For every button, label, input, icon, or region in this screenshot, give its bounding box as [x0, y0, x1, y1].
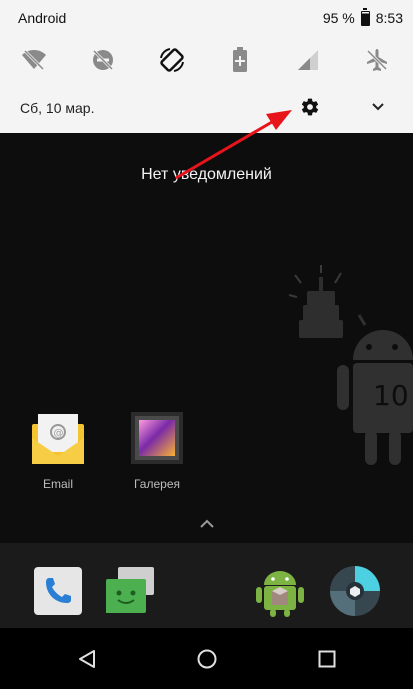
- email-icon: @: [32, 414, 84, 464]
- app-label-gallery: Галерея: [133, 477, 181, 491]
- cellular-signal-icon[interactable]: [288, 40, 328, 80]
- dnd-off-icon[interactable]: [83, 40, 123, 80]
- app-gallery[interactable]: Галерея: [122, 410, 192, 491]
- battery-icon: [360, 7, 370, 26]
- play-store-icon[interactable]: [254, 565, 306, 617]
- nav-recents-icon[interactable]: [316, 648, 338, 670]
- status-bar: Android 95 % 8:53: [0, 0, 413, 36]
- wallpaper-android-mascot-icon: 10: [288, 265, 413, 465]
- carrier-name: Android: [18, 10, 67, 26]
- app-email[interactable]: @ Email: [23, 410, 93, 491]
- status-right: 95 % 8:53: [322, 7, 403, 26]
- phone-icon[interactable]: [32, 565, 84, 617]
- date-label: Сб, 10 мар.: [20, 100, 95, 116]
- svg-text:10: 10: [373, 379, 409, 412]
- app-drawer-chevron-up-icon[interactable]: [198, 518, 216, 530]
- clock: 8:53: [375, 10, 403, 26]
- nav-back-icon[interactable]: [76, 648, 98, 670]
- gallery-icon: [131, 412, 183, 464]
- messages-icon[interactable]: [104, 565, 156, 617]
- battery-percent: 95 %: [322, 10, 355, 26]
- settings-gear-icon[interactable]: [300, 97, 320, 117]
- quick-settings-row: [0, 40, 413, 82]
- expand-chevron-icon[interactable]: [370, 99, 386, 115]
- notification-shade: Android 95 % 8:53 Сб, 10 мар.: [0, 0, 413, 133]
- camera-icon[interactable]: [329, 565, 381, 617]
- auto-rotate-icon[interactable]: [152, 40, 192, 80]
- battery-saver-icon[interactable]: [220, 40, 260, 80]
- no-notifications-text: Нет уведомлений: [141, 166, 272, 183]
- airplane-mode-icon[interactable]: [357, 40, 397, 80]
- app-label-email: Email: [42, 477, 73, 491]
- svg-text:@: @: [54, 428, 64, 439]
- wifi-off-icon[interactable]: [14, 40, 54, 80]
- date-row: Сб, 10 мар.: [0, 90, 413, 126]
- nav-home-icon[interactable]: [196, 648, 218, 670]
